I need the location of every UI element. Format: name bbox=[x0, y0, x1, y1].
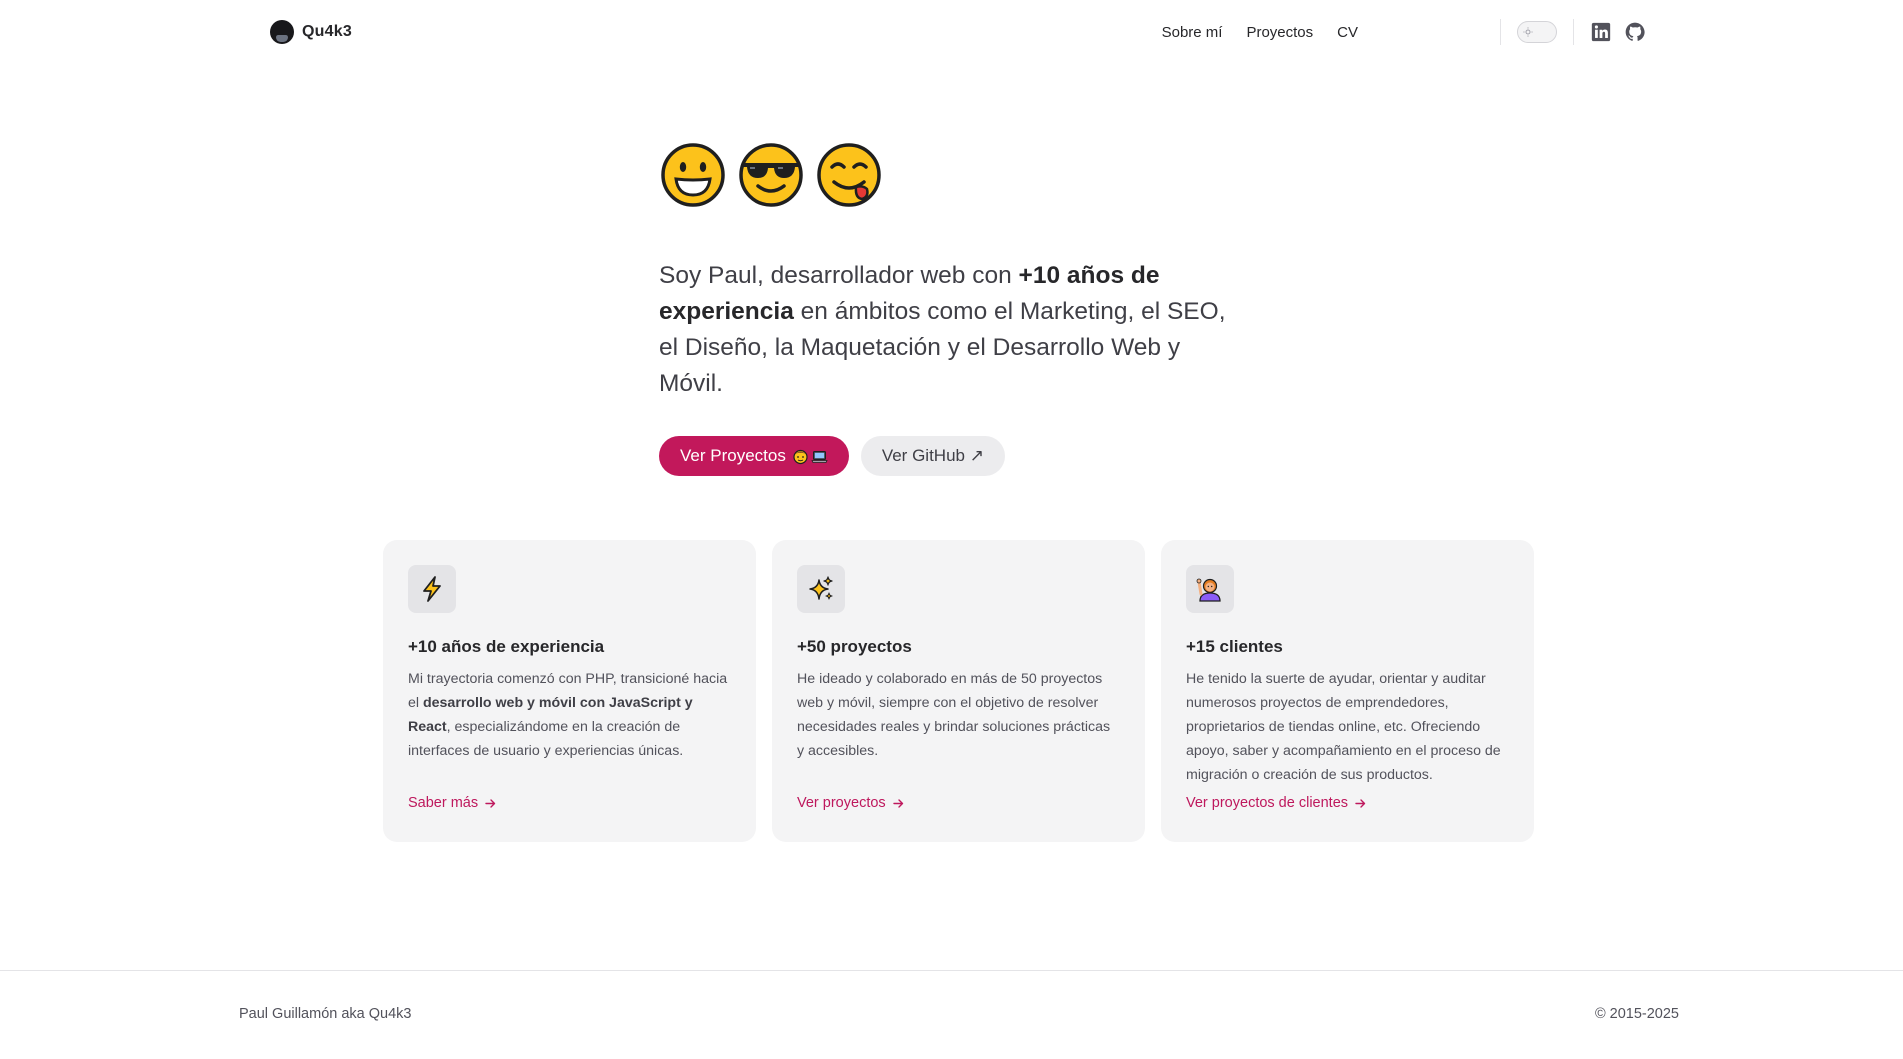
laptop-icon bbox=[811, 450, 828, 463]
avatar bbox=[270, 20, 294, 44]
card-link-label: Ver proyectos bbox=[797, 795, 886, 811]
intro-part1: Soy Paul, desarrollador web con bbox=[659, 262, 1019, 289]
card-title: +15 clientes bbox=[1186, 637, 1283, 656]
view-projects-label: Ver Proyectos bbox=[680, 446, 786, 465]
sun-icon bbox=[1521, 25, 1535, 39]
card-experience: +10 años de experiencia Mi trayectoria c… bbox=[383, 540, 756, 842]
footer-divider bbox=[0, 970, 1903, 971]
sunglasses-face-icon bbox=[739, 143, 803, 207]
main-nav: Sobre mí Proyectos CV bbox=[1162, 20, 1358, 44]
card-text: Mi trayectoria comenzó con PHP, transici… bbox=[408, 667, 731, 763]
view-projects-button[interactable]: Ver Proyectos bbox=[659, 436, 849, 476]
card-link-label: Saber más bbox=[408, 795, 479, 811]
learn-more-link[interactable]: Saber más bbox=[408, 795, 497, 811]
view-github-label: Ver GitHub ↗ bbox=[881, 446, 984, 465]
card-icon-box bbox=[1186, 565, 1234, 613]
social-links bbox=[1590, 21, 1646, 43]
yum-face-icon bbox=[817, 143, 881, 207]
divider bbox=[1500, 19, 1501, 45]
nav-item-cv[interactable]: CV bbox=[1337, 24, 1358, 41]
card-title: +10 años de experiencia bbox=[408, 637, 605, 656]
feature-cards: +10 años de experiencia Mi trayectoria c… bbox=[383, 540, 1534, 842]
nav-item-proyectos[interactable]: Proyectos bbox=[1246, 24, 1313, 41]
intro-text: Soy Paul, desarrollador web con +10 años… bbox=[659, 258, 1229, 402]
view-github-button[interactable]: Ver GitHub ↗ bbox=[860, 436, 1005, 476]
arrow-right-icon bbox=[1355, 798, 1366, 808]
arrow-right-icon bbox=[892, 798, 903, 808]
card-icon-box bbox=[408, 565, 456, 613]
card-icon-box bbox=[797, 565, 845, 613]
person-raising-hand-icon bbox=[1196, 578, 1221, 602]
card-projects: +50 proyectos He ideado y colaborado en … bbox=[772, 540, 1145, 842]
header-actions bbox=[1500, 18, 1646, 46]
high-voltage-icon bbox=[423, 576, 441, 602]
sparkles-icon bbox=[809, 576, 833, 600]
card-text-part: , especializándome en la creación de int… bbox=[408, 719, 684, 759]
card-text: He tenido la suerte de ayudar, orientar … bbox=[1186, 667, 1509, 787]
nav-item-sobre-mi[interactable]: Sobre mí bbox=[1162, 24, 1223, 41]
github-icon[interactable] bbox=[1624, 21, 1646, 43]
card-link-label: Ver proyectos de clientes bbox=[1186, 795, 1349, 811]
card-text: He ideado y colaborado en más de 50 proy… bbox=[797, 667, 1120, 763]
button-emojis bbox=[792, 448, 828, 465]
view-projects-link[interactable]: Ver proyectos bbox=[797, 795, 905, 811]
card-text-part: He tenido la suerte de ayudar, orientar … bbox=[1186, 671, 1501, 783]
card-text-part: He ideado y colaborado en más de 50 proy… bbox=[797, 671, 1111, 759]
footer-credit: Paul Guillamón aka Qu4k3 bbox=[239, 1006, 412, 1022]
brand-name: Qu4k3 bbox=[302, 23, 352, 40]
site-header: Qu4k3 Sobre mí Proyectos CV bbox=[0, 0, 1903, 64]
brand-link[interactable]: Qu4k3 bbox=[270, 20, 352, 44]
arrow-right-icon bbox=[485, 798, 496, 808]
card-clients: +15 clientes He tenido la suerte de ayud… bbox=[1161, 540, 1534, 842]
grinning-face-icon bbox=[661, 143, 725, 207]
technologist-icon bbox=[793, 449, 808, 464]
linkedin-icon[interactable] bbox=[1590, 21, 1612, 43]
footer-copyright: © 2015-2025 bbox=[1594, 1006, 1679, 1022]
hero-emojis bbox=[660, 142, 882, 208]
theme-toggle[interactable] bbox=[1517, 21, 1557, 43]
cta-row: Ver Proyectos Ver GitHub ↗ bbox=[659, 436, 1005, 476]
divider bbox=[1573, 19, 1574, 45]
card-title: +50 proyectos bbox=[797, 637, 912, 656]
view-client-projects-link[interactable]: Ver proyectos de clientes bbox=[1186, 795, 1367, 811]
